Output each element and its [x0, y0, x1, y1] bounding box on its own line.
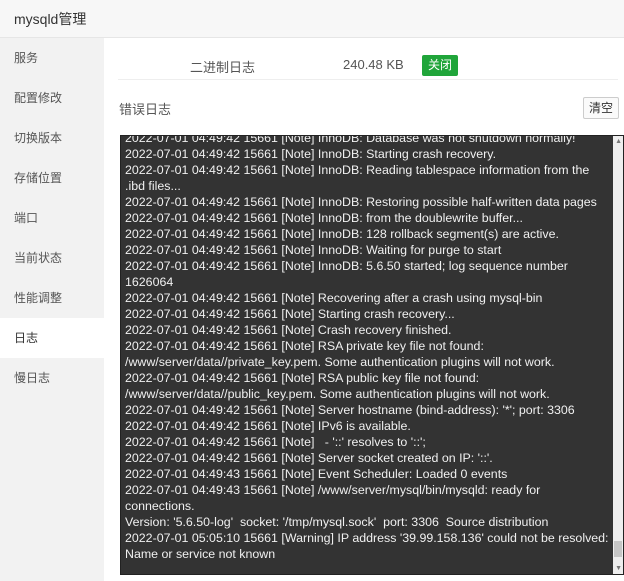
log-line: 2022-07-01 04:49:43 15661 [Note] /www/se…: [125, 483, 544, 513]
log-line: 2022-07-01 04:49:42 15661 [Note] InnoDB:…: [125, 135, 576, 145]
scroll-up-icon[interactable]: ▲: [615, 138, 622, 145]
log-line: 2022-07-01 04:49:42 15661 [Note] Recover…: [125, 291, 543, 305]
log-line: 2022-07-01 04:49:42 15661 [Note] Crash r…: [125, 323, 452, 337]
error-log-text: 2022-07-01 04:49:42 15661 [Note] InnoDB:…: [125, 135, 612, 562]
sidebar-item-config[interactable]: 配置修改: [0, 78, 104, 118]
window-title-bar: mysqld管理: [0, 0, 624, 38]
sidebar-item-status[interactable]: 当前状态: [0, 238, 104, 278]
log-line: 2022-07-01 04:49:42 15661 [Note] InnoDB:…: [125, 163, 593, 193]
log-line: 2022-07-01 04:49:42 15661 [Note] InnoDB:…: [125, 195, 597, 209]
log-line: 2022-07-01 04:49:42 15661 [Note] RSA pub…: [125, 371, 550, 401]
scroll-down-icon[interactable]: ▼: [615, 565, 622, 572]
log-line: 2022-07-01 04:49:42 15661 [Note] - '::' …: [125, 435, 426, 449]
sidebar-item-performance[interactable]: 性能调整: [0, 278, 104, 318]
log-line: 2022-07-01 04:49:42 15661 [Note] InnoDB:…: [125, 211, 523, 225]
log-line: 2022-07-01 04:49:42 15661 [Note] Server …: [125, 403, 575, 417]
log-line: 2022-07-01 04:49:42 15661 [Note] Server …: [125, 451, 493, 465]
sidebar-item-port[interactable]: 端口: [0, 198, 104, 238]
error-log-label: 错误日志: [119, 102, 172, 117]
clear-log-button[interactable]: 清空: [583, 97, 620, 119]
window-title: mysqld管理: [14, 11, 87, 27]
log-line: 2022-07-01 04:49:42 15661 [Note] Startin…: [125, 307, 455, 321]
scroll-thumb[interactable]: [614, 541, 622, 557]
log-line: Version: '5.6.50-log' socket: '/tmp/mysq…: [125, 515, 549, 529]
binlog-row: 二进制日志 240.48 KB 关闭: [118, 52, 618, 80]
sidebar: 服务 配置修改 切换版本 存储位置 端口 当前状态 性能调整 日志 慢日志: [0, 38, 104, 581]
log-line: 2022-07-01 04:49:42 15661 [Note] InnoDB:…: [125, 147, 497, 161]
sidebar-item-switch-version[interactable]: 切换版本: [0, 118, 104, 158]
sidebar-item-service[interactable]: 服务: [0, 38, 104, 78]
sidebar-item-slow-log[interactable]: 慢日志: [0, 358, 104, 398]
log-line: 2022-07-01 04:49:43 15661 [Note] Event S…: [125, 467, 508, 481]
sidebar-item-storage[interactable]: 存储位置: [0, 158, 104, 198]
sidebar-item-logs[interactable]: 日志: [0, 318, 104, 358]
log-scrollbar[interactable]: ▲ ▼: [613, 136, 623, 574]
log-line: 2022-07-01 04:49:42 15661 [Note] RSA pri…: [125, 339, 555, 369]
error-log-viewer[interactable]: 2022-07-01 04:49:42 15661 [Note] InnoDB:…: [120, 135, 624, 575]
binlog-toggle-button[interactable]: 关闭: [422, 55, 459, 76]
log-line: 2022-07-01 05:05:10 15661 [Warning] IP a…: [125, 531, 612, 561]
log-line: 2022-07-01 04:49:42 15661 [Note] InnoDB:…: [125, 227, 559, 241]
log-line: 2022-07-01 04:49:42 15661 [Note] InnoDB:…: [125, 243, 502, 257]
binlog-label: 二进制日志: [190, 60, 256, 75]
main-panel: 二进制日志 240.48 KB 关闭 错误日志 清空 2022-07-01 04…: [104, 38, 624, 581]
log-line: 2022-07-01 04:49:42 15661 [Note] IPv6 is…: [125, 419, 411, 433]
binlog-size: 240.48 KB: [343, 57, 404, 72]
log-line: 2022-07-01 04:49:42 15661 [Note] InnoDB:…: [125, 259, 572, 289]
